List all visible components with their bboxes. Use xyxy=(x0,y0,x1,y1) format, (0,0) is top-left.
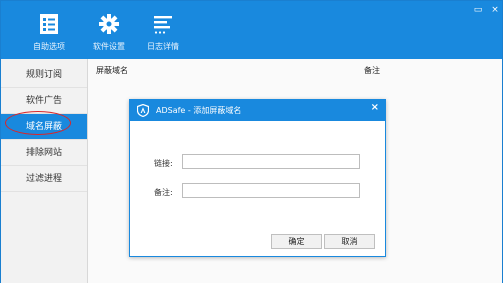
toolbar-log-details-label: 日志详情 xyxy=(147,42,179,51)
add-block-domain-dialog: ADSafe - 添加屏蔽域名 × 链接: 备注: 确定 取消 xyxy=(129,99,386,257)
dialog-title-bar: ADSafe - 添加屏蔽域名 × xyxy=(130,100,385,121)
toolbar-settings-label: 软件设置 xyxy=(93,42,125,51)
app-window: 自助选项 软件设置 日志详情 ▭ × 规则订阅 软件广告 域名屏蔽 排除网站 过… xyxy=(0,0,503,283)
link-label: 链接: xyxy=(154,159,173,168)
minimize-icon[interactable]: ▭ xyxy=(471,4,485,16)
sidebar-item-rule-subscription[interactable]: 规则订阅 xyxy=(1,62,87,88)
toolbar-log-details[interactable]: 日志详情 xyxy=(133,11,193,55)
list-icon xyxy=(38,13,60,38)
window-close-icon[interactable]: × xyxy=(488,4,502,16)
sidebar: 规则订阅 软件广告 域名屏蔽 排除网站 过滤进程 xyxy=(1,59,88,283)
note-input[interactable] xyxy=(182,183,360,198)
gear-icon xyxy=(98,13,120,38)
column-header-note: 备注 xyxy=(364,66,380,75)
header-toolbar: 自助选项 软件设置 日志详情 ▭ × xyxy=(1,1,502,59)
column-header-domain: 屏蔽域名 xyxy=(96,66,128,75)
sidebar-item-software-ads[interactable]: 软件广告 xyxy=(1,88,87,114)
highlight-ellipse xyxy=(5,111,71,135)
dialog-title: ADSafe - 添加屏蔽域名 xyxy=(156,106,242,115)
link-input[interactable] xyxy=(182,154,360,169)
sidebar-item-filter-process[interactable]: 过滤进程 xyxy=(1,166,87,192)
sidebar-item-exclude-sites[interactable]: 排除网站 xyxy=(1,140,87,166)
cancel-button[interactable]: 取消 xyxy=(324,234,375,249)
toolbar-self-help[interactable]: 自助选项 xyxy=(19,11,79,55)
log-icon xyxy=(152,13,174,38)
toolbar-settings[interactable]: 软件设置 xyxy=(79,11,139,55)
dialog-close-icon[interactable]: × xyxy=(371,102,379,113)
note-label: 备注: xyxy=(154,188,173,197)
adsafe-logo-icon xyxy=(136,103,150,120)
ok-button[interactable]: 确定 xyxy=(271,234,322,249)
toolbar-self-help-label: 自助选项 xyxy=(33,42,65,51)
